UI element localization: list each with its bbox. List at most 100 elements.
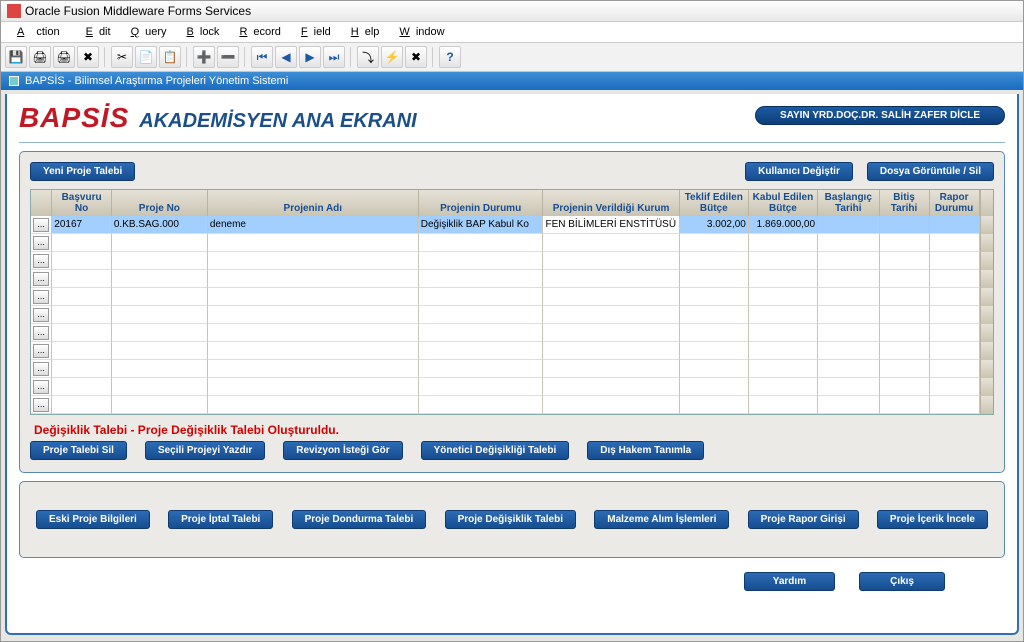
kullanici-degistir-button[interactable]: Kullanıcı Değiştir <box>745 162 853 181</box>
paste-icon[interactable]: 📋 <box>159 46 181 68</box>
first-record-icon[interactable]: ⏮ <box>251 46 273 68</box>
proje-rapor-girisi-button[interactable]: Proje Rapor Girişi <box>748 510 859 529</box>
cell-baslangic[interactable] <box>818 216 880 234</box>
menu-block[interactable]: Block <box>175 24 226 40</box>
next-record-icon[interactable]: ▶ <box>299 46 321 68</box>
copy-icon[interactable]: 📄 <box>135 46 157 68</box>
cell-rapor[interactable] <box>930 216 980 234</box>
table-row[interactable]: ... <box>31 342 993 360</box>
print-icon[interactable]: 🖨 <box>29 46 51 68</box>
last-record-icon[interactable]: ⏭ <box>323 46 345 68</box>
eski-proje-bilgileri-button[interactable]: Eski Proje Bilgileri <box>36 510 150 529</box>
cell-kabul[interactable]: 1.869.000,00 <box>749 216 818 234</box>
scrollbar[interactable] <box>980 234 993 252</box>
revizyon-istegi-gor-button[interactable]: Revizyon İsteği Gör <box>283 441 402 460</box>
menu-window[interactable]: Window <box>387 24 450 40</box>
scrollbar[interactable] <box>980 360 993 378</box>
table-row[interactable]: ... <box>31 324 993 342</box>
prev-record-icon[interactable]: ◀ <box>275 46 297 68</box>
table-row[interactable]: ... <box>31 306 993 324</box>
col-kabul: Kabul Edilen Bütçe <box>749 190 818 216</box>
cell-kurum[interactable]: FEN BİLİMLERİ ENSTİTÜSÜ <box>543 216 679 234</box>
scrollbar[interactable] <box>980 288 993 306</box>
menu-edit[interactable]: Edit <box>74 24 117 40</box>
row-expand-button[interactable]: ... <box>33 380 49 394</box>
cikis-button[interactable]: Çıkış <box>859 572 945 591</box>
scrollbar[interactable] <box>980 190 993 216</box>
menu-field[interactable]: Field <box>289 24 337 40</box>
menubar: Action Edit Query Block Record Field Hel… <box>1 22 1023 43</box>
row-expand-button[interactable]: ... <box>33 236 49 250</box>
row-expand-button[interactable]: ... <box>33 398 49 412</box>
cell-bitis[interactable] <box>880 216 930 234</box>
proje-dondurma-talebi-button[interactable]: Proje Dondurma Talebi <box>292 510 427 529</box>
malzeme-alim-button[interactable]: Malzeme Alım İşlemleri <box>594 510 729 529</box>
menu-record[interactable]: Record <box>227 24 286 40</box>
table-row[interactable]: ... <box>31 288 993 306</box>
table-row[interactable]: ... <box>31 396 993 414</box>
table-row[interactable]: ... <box>31 270 993 288</box>
proje-degisiklik-talebi-button[interactable]: Proje Değişiklik Talebi <box>445 510 576 529</box>
delete-record-icon[interactable]: ➖ <box>217 46 239 68</box>
proje-iptal-talebi-button[interactable]: Proje İptal Talebi <box>168 510 273 529</box>
scrollbar[interactable] <box>980 342 993 360</box>
scrollbar[interactable] <box>980 378 993 396</box>
row-expand-button[interactable]: ... <box>33 218 49 232</box>
table-row[interactable]: ... <box>31 378 993 396</box>
col-rapor: Rapor Durumu <box>930 190 980 216</box>
menu-query[interactable]: Query <box>119 24 173 40</box>
table-row[interactable]: ... 20167 0.KB.SAG.000 deneme Değişiklik… <box>31 216 993 234</box>
toolbar: 💾 🖨 🖨 ✖ ✂ 📄 📋 ➕ ➖ ⏮ ◀ ▶ ⏭ ⤵ ⚡ ✖ ? <box>1 43 1023 72</box>
cancel-query-icon[interactable]: ✖ <box>405 46 427 68</box>
row-expand-button[interactable]: ... <box>33 290 49 304</box>
row-expand-button[interactable]: ... <box>33 272 49 286</box>
proje-icerik-incele-button[interactable]: Proje İçerik İncele <box>877 510 988 529</box>
scrollbar[interactable] <box>980 396 993 414</box>
row-expand-button[interactable]: ... <box>33 254 49 268</box>
dis-hakem-tanimla-button[interactable]: Dış Hakem Tanımla <box>587 441 704 460</box>
projects-table: Başvuru No Proje No Projenin Adı Projeni… <box>30 189 994 415</box>
save-icon[interactable]: 💾 <box>5 46 27 68</box>
menu-action[interactable]: Action <box>5 24 72 40</box>
oracle-icon <box>7 4 21 18</box>
table-row[interactable]: ... <box>31 234 993 252</box>
row-expand-button[interactable]: ... <box>33 344 49 358</box>
content: BAPSİS AKADEMİSYEN ANA EKRANI SAYIN YRD.… <box>5 94 1019 635</box>
user-badge: SAYIN YRD.DOÇ.DR. SALİH ZAFER DİCLE <box>755 106 1005 125</box>
yardim-button[interactable]: Yardım <box>744 572 835 591</box>
row-expand-button[interactable]: ... <box>33 362 49 376</box>
execute-query-icon[interactable]: ⚡ <box>381 46 403 68</box>
separator <box>350 47 352 67</box>
row-expand-button[interactable]: ... <box>33 308 49 322</box>
proje-talebi-sil-button[interactable]: Proje Talebi Sil <box>30 441 127 460</box>
enter-query-icon[interactable]: ⤵ <box>357 46 379 68</box>
col-proje-no: Proje No <box>112 190 208 216</box>
scrollbar[interactable] <box>980 324 993 342</box>
cell-proje-no[interactable]: 0.KB.SAG.000 <box>112 216 208 234</box>
cut-icon[interactable]: ✂ <box>111 46 133 68</box>
scrollbar[interactable] <box>980 270 993 288</box>
menu-help[interactable]: Help <box>339 24 386 40</box>
cell-proje-adi[interactable]: deneme <box>208 216 419 234</box>
separator <box>104 47 106 67</box>
col-kurum: Projenin Verildiği Kurum <box>543 190 679 216</box>
row-expand-button[interactable]: ... <box>33 326 49 340</box>
print-setup-icon[interactable]: 🖨 <box>53 46 75 68</box>
cell-durum[interactable]: Değişiklik BAP Kabul Ko <box>419 216 544 234</box>
secili-projeyi-yazdir-button[interactable]: Seçili Projeyi Yazdır <box>145 441 265 460</box>
window-title: Oracle Fusion Middleware Forms Services <box>25 4 251 18</box>
yeni-proje-button[interactable]: Yeni Proje Talebi <box>30 162 135 181</box>
yonetici-degisikligi-button[interactable]: Yönetici Değişikliği Talebi <box>421 441 570 460</box>
brand-logo: BAPSİS <box>19 102 129 134</box>
dosya-goruntule-button[interactable]: Dosya Görüntüle / Sil <box>867 162 994 181</box>
scrollbar[interactable] <box>980 306 993 324</box>
table-row[interactable]: ... <box>31 252 993 270</box>
scrollbar[interactable] <box>980 252 993 270</box>
cell-basvuru[interactable]: 20167 <box>52 216 112 234</box>
exit-icon[interactable]: ✖ <box>77 46 99 68</box>
scrollbar[interactable] <box>980 216 993 234</box>
table-row[interactable]: ... <box>31 360 993 378</box>
help-icon[interactable]: ? <box>439 46 461 68</box>
cell-teklif[interactable]: 3.002,00 <box>680 216 749 234</box>
new-record-icon[interactable]: ➕ <box>193 46 215 68</box>
